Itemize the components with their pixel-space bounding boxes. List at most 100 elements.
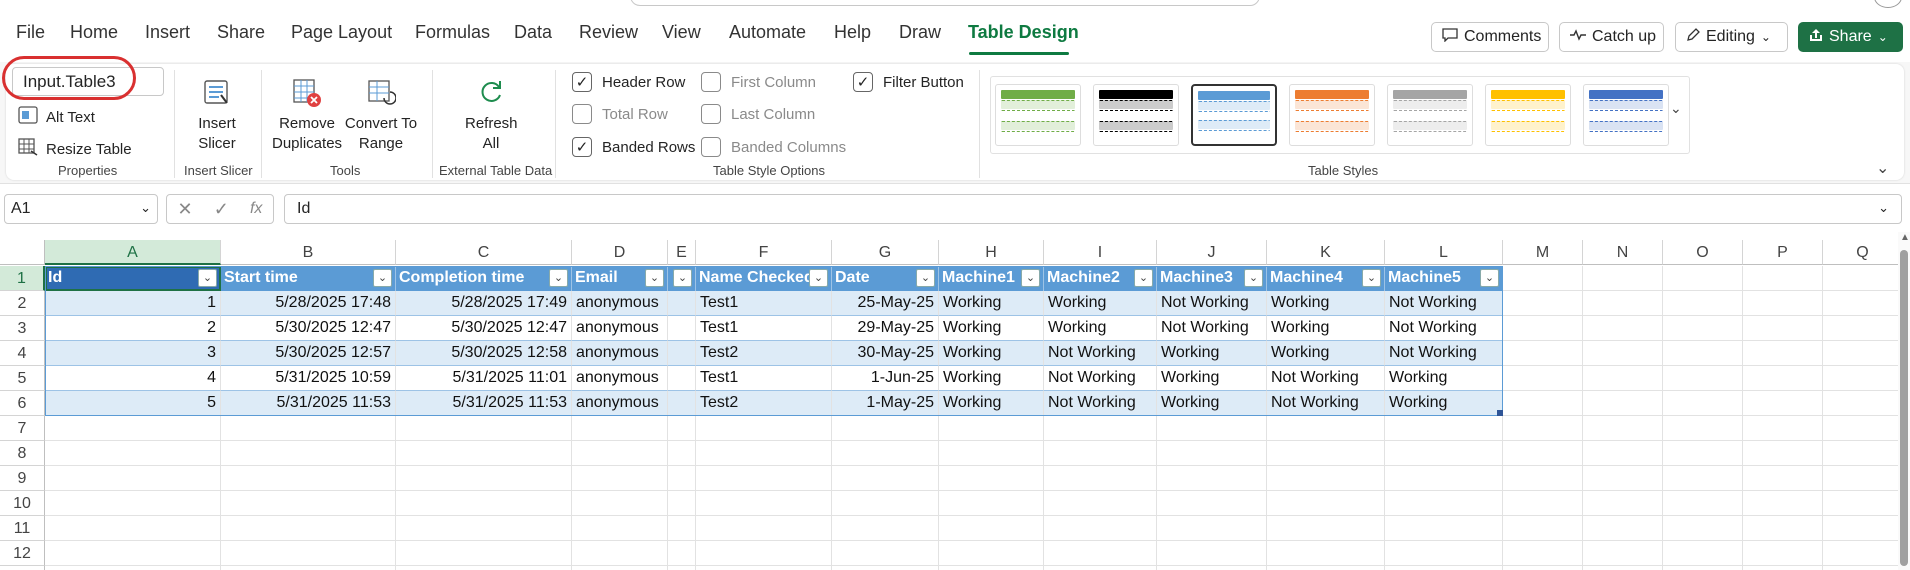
empty-cell[interactable] [1743, 441, 1823, 466]
table-header-cell[interactable]: Email ⌄ [572, 266, 668, 291]
empty-cell[interactable] [939, 491, 1044, 516]
table-cell[interactable]: Working [1385, 391, 1503, 416]
empty-cell[interactable] [1823, 541, 1903, 566]
table-cell[interactable]: Not Working [1267, 391, 1385, 416]
empty-cell[interactable] [1503, 416, 1583, 441]
filter-dropdown-icon[interactable]: ⌄ [1134, 269, 1153, 287]
alt-text-button[interactable]: Alt Text [18, 106, 95, 128]
empty-cell[interactable] [572, 566, 668, 570]
column-header-b[interactable]: B [221, 240, 396, 265]
empty-cell[interactable] [1823, 466, 1903, 491]
empty-cell[interactable] [45, 491, 221, 516]
cancel-icon[interactable]: ✕ [178, 199, 193, 220]
first-column-checkbox[interactable]: First Column [701, 72, 816, 92]
share-button[interactable]: Share ⌄ [1798, 22, 1903, 52]
row-header-10[interactable]: 10 [0, 491, 45, 516]
filter-dropdown-icon[interactable]: ⌄ [1480, 269, 1499, 287]
filter-button-checkbox[interactable]: ✓ Filter Button [853, 72, 964, 92]
empty-cell[interactable] [1503, 341, 1583, 366]
table-cell[interactable]: anonymous [572, 291, 668, 316]
empty-cell[interactable] [1503, 391, 1583, 416]
empty-cell[interactable] [396, 516, 572, 541]
empty-cell[interactable] [696, 491, 832, 516]
table-style-swatch[interactable] [1191, 84, 1277, 146]
table-cell[interactable]: 29-May-25 [832, 316, 939, 341]
filter-dropdown-icon[interactable]: ⌄ [1362, 269, 1381, 287]
table-cell[interactable]: 5/31/2025 11:53 [396, 391, 572, 416]
editing-mode-button[interactable]: Editing ⌄ [1675, 22, 1788, 52]
empty-cell[interactable] [1583, 516, 1663, 541]
empty-cell[interactable] [1583, 541, 1663, 566]
table-header-cell[interactable]: ⌄ [668, 266, 696, 291]
column-header-o[interactable]: O [1663, 240, 1743, 265]
empty-cell[interactable] [1503, 466, 1583, 491]
ribbon-collapse-icon[interactable]: ⌄ [1876, 158, 1889, 178]
empty-cell[interactable] [1823, 391, 1903, 416]
empty-cell[interactable] [668, 416, 696, 441]
convert-to-range-button[interactable]: Convert To Range [344, 78, 418, 154]
empty-cell[interactable] [1583, 491, 1663, 516]
empty-cell[interactable] [1743, 491, 1823, 516]
row-header-13[interactable]: 13 [0, 566, 45, 570]
empty-cell[interactable] [1267, 466, 1385, 491]
filter-dropdown-icon[interactable]: ⌄ [373, 269, 392, 287]
empty-cell[interactable] [1385, 466, 1503, 491]
table-cell[interactable]: Working [939, 341, 1044, 366]
comments-button[interactable]: Comments [1431, 22, 1549, 52]
empty-cell[interactable] [396, 466, 572, 491]
empty-cell[interactable] [1663, 366, 1743, 391]
table-header-cell[interactable]: Id ⌄ [45, 266, 221, 291]
empty-cell[interactable] [1583, 341, 1663, 366]
table-style-swatch[interactable] [1583, 84, 1669, 146]
empty-cell[interactable] [45, 441, 221, 466]
search-box-frame[interactable] [630, 0, 1260, 6]
table-cell[interactable] [668, 291, 696, 316]
empty-cell[interactable] [668, 491, 696, 516]
empty-cell[interactable] [696, 566, 832, 570]
scroll-up-icon[interactable]: ▲ [1900, 232, 1910, 243]
empty-cell[interactable] [1385, 416, 1503, 441]
column-header-i[interactable]: I [1044, 240, 1157, 265]
filter-dropdown-icon[interactable]: ⌄ [916, 269, 935, 287]
filter-dropdown-icon[interactable]: ⌄ [198, 269, 217, 287]
table-cell[interactable]: Test1 [696, 316, 832, 341]
column-header-c[interactable]: C [396, 240, 572, 265]
formula-input[interactable]: Id ⌄ [284, 194, 1902, 224]
table-cell[interactable]: anonymous [572, 366, 668, 391]
empty-cell[interactable] [832, 441, 939, 466]
empty-cell[interactable] [1267, 541, 1385, 566]
tab-draw[interactable]: Draw [899, 22, 941, 52]
empty-cell[interactable] [1823, 566, 1903, 570]
table-cell[interactable]: Working [1267, 341, 1385, 366]
row-header-2[interactable]: 2 [0, 291, 45, 316]
table-cell[interactable] [668, 316, 696, 341]
table-cell[interactable]: Working [1267, 316, 1385, 341]
empty-cell[interactable] [1743, 366, 1823, 391]
empty-cell[interactable] [1743, 516, 1823, 541]
table-cell[interactable] [668, 341, 696, 366]
column-header-l[interactable]: L [1385, 240, 1503, 265]
tab-home[interactable]: Home [70, 22, 118, 52]
empty-cell[interactable] [1663, 341, 1743, 366]
empty-cell[interactable] [221, 491, 396, 516]
row-header-7[interactable]: 7 [0, 416, 45, 441]
table-header-cell[interactable]: Machine4 ⌄ [1267, 266, 1385, 291]
table-header-cell[interactable]: Machine1 ⌄ [939, 266, 1044, 291]
table-style-swatch[interactable] [1289, 84, 1375, 146]
empty-cell[interactable] [1267, 566, 1385, 570]
table-cell[interactable]: 5/31/2025 11:01 [396, 366, 572, 391]
empty-cell[interactable] [1503, 266, 1583, 291]
table-cell[interactable]: 5/28/2025 17:49 [396, 291, 572, 316]
empty-cell[interactable] [696, 541, 832, 566]
table-cell[interactable]: Working [939, 366, 1044, 391]
table-cell[interactable]: Not Working [1385, 316, 1503, 341]
row-header-8[interactable]: 8 [0, 441, 45, 466]
empty-cell[interactable] [1503, 566, 1583, 570]
empty-cell[interactable] [832, 416, 939, 441]
table-cell[interactable]: Working [1385, 366, 1503, 391]
empty-cell[interactable] [1663, 541, 1743, 566]
empty-cell[interactable] [396, 491, 572, 516]
empty-cell[interactable] [1743, 416, 1823, 441]
column-header-q[interactable]: Q [1823, 240, 1903, 265]
table-cell[interactable]: 5/30/2025 12:47 [396, 316, 572, 341]
